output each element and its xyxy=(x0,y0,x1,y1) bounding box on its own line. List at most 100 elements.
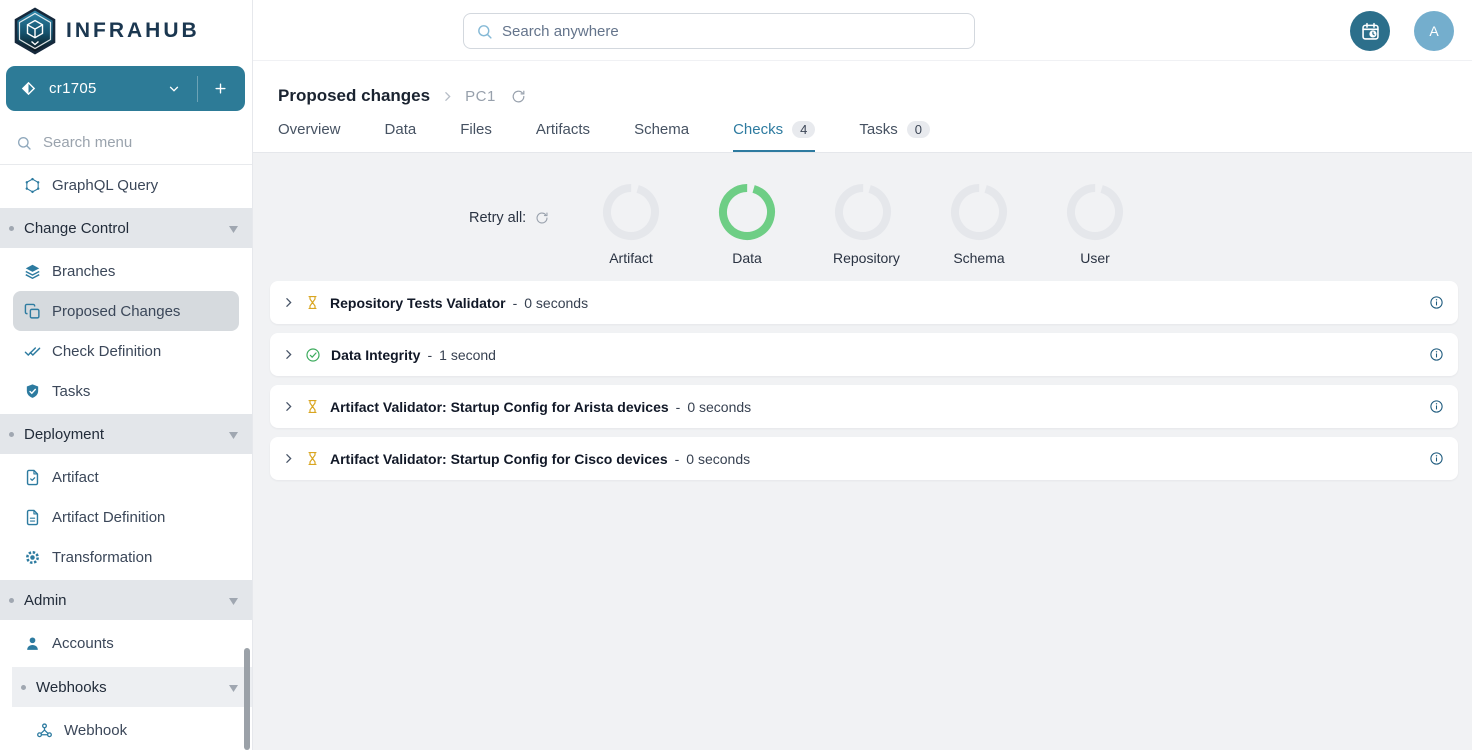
sidebar-menu: GraphQL Query Change Control Branches Pr… xyxy=(0,165,252,750)
tab-count-badge: 4 xyxy=(792,121,815,138)
schedule-button[interactable] xyxy=(1350,11,1390,51)
sidebar-section-webhooks[interactable]: Webhooks xyxy=(12,667,252,707)
gear-icon xyxy=(24,549,41,566)
refresh-icon[interactable] xyxy=(511,89,526,104)
webhook-icon xyxy=(36,722,53,739)
sidebar-item-transformation[interactable]: Transformation xyxy=(0,537,252,577)
validator-row[interactable]: Artifact Validator: Startup Config for A… xyxy=(270,385,1458,428)
tab-bar: Overview Data Files Artifacts Schema Che… xyxy=(278,121,1472,152)
sidebar-item-label: Branches xyxy=(52,263,115,280)
validator-name: Artifact Validator: Startup Config for A… xyxy=(330,399,669,415)
tab-overview[interactable]: Overview xyxy=(278,121,341,152)
main-area: A Proposed changes PC1 Overview Data Fil… xyxy=(253,0,1472,750)
info-icon[interactable] xyxy=(1429,295,1444,310)
brand-name: INFRAHUB xyxy=(66,19,200,43)
breadcrumb-title[interactable]: Proposed changes xyxy=(278,86,430,106)
sidebar-item-label: GraphQL Query xyxy=(52,177,158,194)
app-window: INFRAHUB cr1705 GraphQL Query xyxy=(0,0,1472,750)
sidebar-item-label: Check Definition xyxy=(52,343,161,360)
search-icon xyxy=(16,135,32,151)
tab-label: Checks xyxy=(733,121,783,138)
tab-schema[interactable]: Schema xyxy=(634,121,689,152)
menu-search-input[interactable] xyxy=(43,134,236,151)
tab-checks[interactable]: Checks 4 xyxy=(733,121,815,152)
sidebar-item-check-definition[interactable]: Check Definition xyxy=(0,331,252,371)
sidebar-section-admin[interactable]: Admin xyxy=(0,580,252,620)
sidebar-item-label: Transformation xyxy=(52,549,152,566)
topbar-actions: A xyxy=(1350,11,1454,51)
sidebar-item-tasks[interactable]: Tasks xyxy=(0,371,252,411)
triangle-down-icon xyxy=(229,426,238,443)
progress-ring-icon xyxy=(717,182,777,242)
sidebar-section-deployment[interactable]: Deployment xyxy=(0,414,252,454)
checks-panel: Retry all: Artifact Data xyxy=(253,153,1472,750)
category-label: Artifact xyxy=(601,250,661,266)
breadcrumb: Proposed changes PC1 xyxy=(278,86,1472,106)
category-ring-repository[interactable]: Repository xyxy=(833,182,893,266)
file-check-icon xyxy=(24,469,41,486)
retry-all-refresh-icon[interactable] xyxy=(535,211,549,225)
validator-list: Repository Tests Validator - 0 seconds xyxy=(270,281,1458,480)
tab-label: Overview xyxy=(278,121,341,138)
category-label: User xyxy=(1065,250,1125,266)
sidebar-item-artifact-definition[interactable]: Artifact Definition xyxy=(0,497,252,537)
chevron-right-icon[interactable] xyxy=(282,452,295,465)
sidebar: INFRAHUB cr1705 GraphQL Query xyxy=(0,0,253,750)
validator-row[interactable]: Data Integrity - 1 second xyxy=(270,333,1458,376)
info-icon[interactable] xyxy=(1429,399,1444,414)
info-icon[interactable] xyxy=(1429,451,1444,466)
validator-name: Data Integrity xyxy=(331,347,420,363)
breadcrumb-current: PC1 xyxy=(465,88,496,105)
section-label: Admin xyxy=(24,592,219,609)
retry-all-label: Retry all: xyxy=(469,210,526,226)
validator-duration: 0 seconds xyxy=(687,399,751,415)
topbar: A xyxy=(253,0,1472,61)
category-ring-artifact[interactable]: Artifact xyxy=(601,182,661,266)
add-branch-button[interactable] xyxy=(204,75,237,102)
menu-search[interactable] xyxy=(0,121,252,165)
hourglass-icon xyxy=(305,451,320,466)
global-search-input[interactable] xyxy=(502,23,962,40)
sidebar-item-accounts[interactable]: Accounts xyxy=(0,623,252,663)
retry-row: Retry all: Artifact Data xyxy=(253,153,1472,281)
info-icon[interactable] xyxy=(1429,347,1444,362)
separator: - xyxy=(676,399,681,415)
branches-icon xyxy=(24,263,41,280)
validator-name: Artifact Validator: Startup Config for C… xyxy=(330,451,668,467)
tab-label: Tasks xyxy=(859,121,897,138)
sidebar-item-label: Artifact Definition xyxy=(52,509,165,526)
tab-data[interactable]: Data xyxy=(385,121,417,152)
branch-selector[interactable]: cr1705 xyxy=(6,66,245,111)
sidebar-item-graphql-query[interactable]: GraphQL Query xyxy=(0,165,252,205)
separator: - xyxy=(427,347,432,363)
category-ring-user[interactable]: User xyxy=(1065,182,1125,266)
chevron-right-icon[interactable] xyxy=(282,348,295,361)
avatar-initial: A xyxy=(1429,23,1438,39)
category-label: Data xyxy=(717,250,777,266)
branch-name: cr1705 xyxy=(49,80,157,97)
sidebar-section-change-control[interactable]: Change Control xyxy=(0,208,252,248)
bullet-icon xyxy=(9,226,14,231)
chevron-down-icon[interactable] xyxy=(157,76,191,102)
validator-name: Repository Tests Validator xyxy=(330,295,506,311)
tab-label: Artifacts xyxy=(536,121,590,138)
chevron-right-icon[interactable] xyxy=(282,400,295,413)
validator-row[interactable]: Repository Tests Validator - 0 seconds xyxy=(270,281,1458,324)
category-ring-schema[interactable]: Schema xyxy=(949,182,1009,266)
category-ring-data[interactable]: Data xyxy=(717,182,777,266)
sidebar-item-webhook[interactable]: Webhook xyxy=(0,710,252,750)
tab-artifacts[interactable]: Artifacts xyxy=(536,121,590,152)
check-circle-icon xyxy=(305,347,321,363)
avatar[interactable]: A xyxy=(1414,11,1454,51)
sidebar-scrollbar[interactable] xyxy=(244,648,250,750)
sidebar-item-branches[interactable]: Branches xyxy=(0,251,252,291)
chevron-right-icon[interactable] xyxy=(282,296,295,309)
tab-files[interactable]: Files xyxy=(460,121,492,152)
sidebar-item-proposed-changes[interactable]: Proposed Changes xyxy=(13,291,239,331)
validator-row[interactable]: Artifact Validator: Startup Config for C… xyxy=(270,437,1458,480)
category-label: Repository xyxy=(833,250,893,266)
global-search[interactable] xyxy=(463,13,975,49)
tab-tasks[interactable]: Tasks 0 xyxy=(859,121,930,152)
section-label: Deployment xyxy=(24,426,219,443)
sidebar-item-artifact[interactable]: Artifact xyxy=(0,457,252,497)
